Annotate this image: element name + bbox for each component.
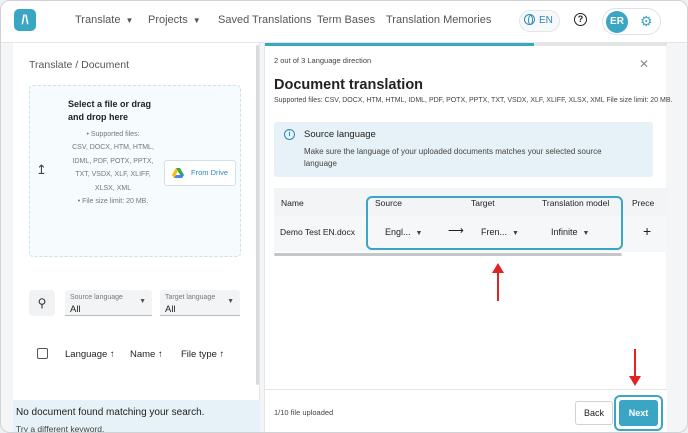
upload-count: 1/10 file uploaded (274, 408, 334, 417)
step-progress-bar (265, 43, 667, 46)
plus-icon[interactable]: + (643, 223, 651, 239)
back-button[interactable]: Back (575, 401, 613, 425)
avatar[interactable]: ER (606, 11, 628, 33)
help-icon[interactable]: ? (574, 13, 587, 26)
from-drive-button[interactable]: From Drive (164, 160, 236, 186)
search-icon[interactable]: ⚲ (29, 290, 55, 316)
info-banner: i Source language Make sure the language… (274, 122, 653, 177)
column-file-type[interactable]: File type ↑ (181, 349, 224, 360)
upload-icon[interactable]: ↥ (36, 162, 47, 178)
drop-zone-title: Select a file or drag and drop here (68, 99, 152, 122)
empty-state: No document found matching your search. … (13, 400, 260, 432)
google-drive-icon (172, 168, 184, 178)
target-language-filter[interactable]: Target language All ▼ (160, 290, 240, 316)
globe-icon (524, 14, 535, 25)
info-text: Make sure the language of your uploaded … (304, 147, 602, 168)
close-icon[interactable]: ✕ (639, 57, 649, 71)
file-size-limit: • File size limit: 20 MB. (77, 198, 149, 206)
nav-term-bases[interactable]: Term Bases (317, 14, 375, 26)
annotation-arrow-up-icon (492, 263, 504, 301)
select-all-checkbox[interactable] (37, 348, 48, 359)
progress-fill (265, 43, 535, 46)
source-language-filter[interactable]: Source language All ▼ (65, 290, 152, 316)
nav-saved-translations[interactable]: Saved Translations (218, 14, 312, 26)
file-name: Demo Test EN.docx (280, 227, 355, 237)
chevron-down-icon: ▼ (227, 298, 234, 305)
step-indicator: 2 out of 3 Language direction (274, 56, 372, 65)
chevron-down-icon: ▼ (192, 16, 201, 25)
dialog-footer: 1/10 file uploaded Back Next (265, 389, 667, 432)
chevron-down-icon: ▼ (139, 298, 146, 305)
language-selection-highlight (366, 196, 623, 250)
column-language[interactable]: Language ↑ (65, 349, 115, 360)
column-precedence: Prece (632, 198, 655, 208)
left-scrollbar[interactable] (256, 45, 259, 385)
user-menu[interactable]: ER ⚙ (602, 8, 661, 35)
dialog-title: Document translation (274, 77, 424, 93)
supported-files-text: Supported files: CSV, DOCX, HTM, HTML, I… (274, 97, 673, 104)
breadcrumb: Translate / Document (29, 59, 129, 71)
next-button[interactable]: Next (619, 400, 658, 426)
supported-files-list: CSV, DOCX, HTM, HTML, IDML, PDF, POTX, P… (72, 144, 154, 192)
language-selector[interactable]: EN (519, 10, 560, 32)
supported-files-label: • Supported files: (86, 131, 140, 138)
nav-translate[interactable]: Translate ▼ (75, 14, 133, 26)
info-title: Source language (304, 129, 376, 140)
top-navigation: /\ Translate ▼ Projects ▼ Saved Translatio… (1, 1, 687, 43)
table-horizontal-scrollbar[interactable] (274, 253, 622, 256)
nav-projects[interactable]: Projects ▼ (148, 14, 201, 26)
document-list-panel: Translate / Document ↥ Select a file or … (13, 43, 260, 432)
chevron-down-icon: ▼ (125, 16, 134, 25)
gear-icon[interactable]: ⚙ (640, 13, 653, 30)
column-name: Name (281, 198, 304, 208)
app-logo[interactable]: /\ (14, 9, 36, 31)
info-icon: i (284, 129, 295, 140)
file-drop-zone[interactable]: ↥ Select a file or drag and drop here • … (29, 85, 241, 257)
nav-translation-memories[interactable]: Translation Memories (386, 14, 491, 26)
drop-zone-info: • Supported files: CSV, DOCX, HTM, HTML,… (70, 128, 156, 208)
annotation-arrow-down-icon (629, 349, 641, 386)
column-name[interactable]: Name ↑ (130, 349, 163, 360)
app-window: /\ Translate ▼ Projects ▼ Saved Translatio… (0, 0, 688, 433)
